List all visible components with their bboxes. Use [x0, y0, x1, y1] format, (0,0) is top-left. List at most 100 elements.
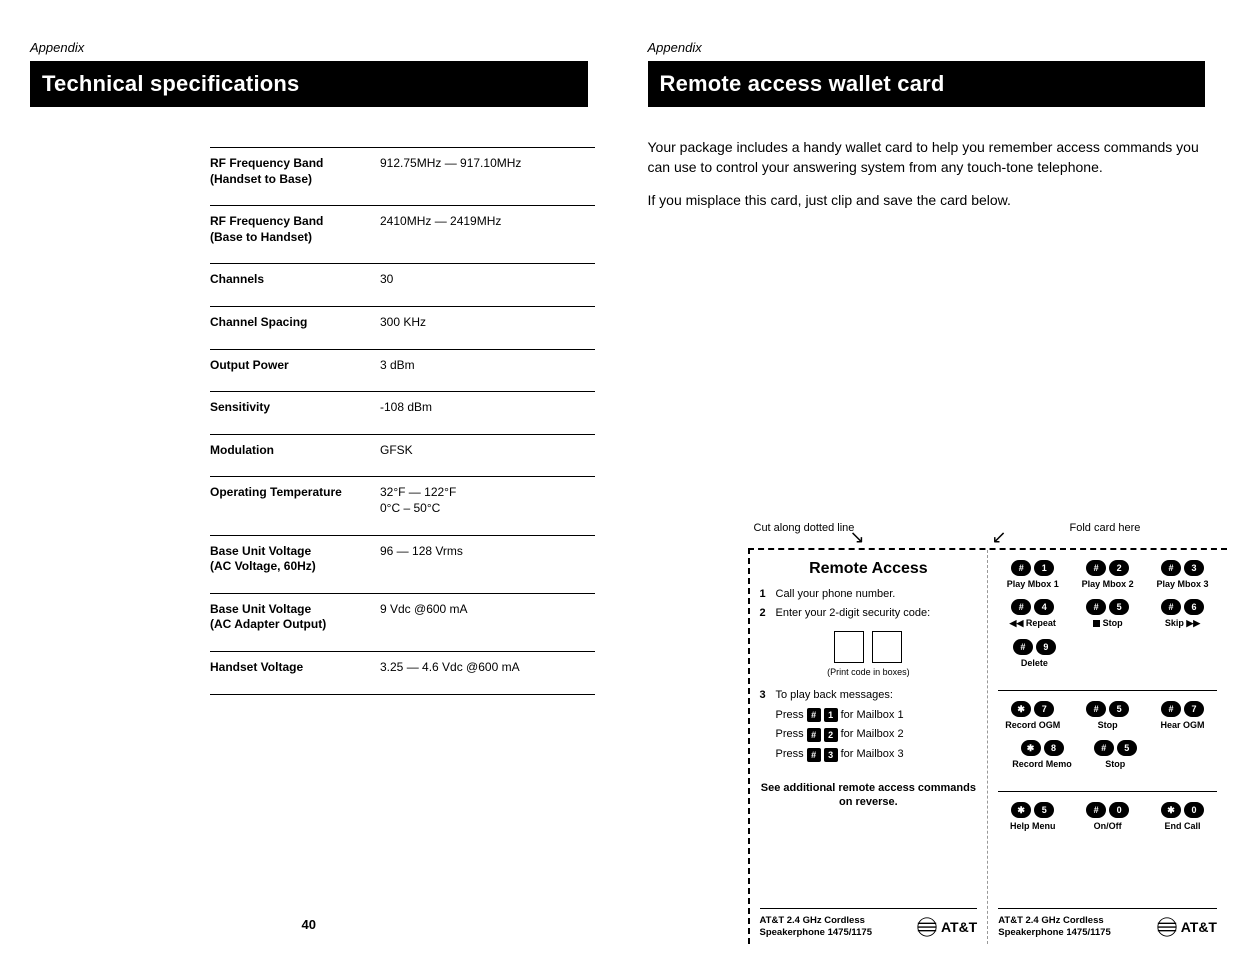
divider — [998, 791, 1217, 792]
cmd-label: Delete — [1021, 658, 1048, 668]
spec-row: Operating Temperature 32°F — 122°F 0°C –… — [210, 476, 595, 534]
cmd-row: ✱8 Record Memo #5 Stop — [998, 740, 1217, 769]
step-number: 1 — [760, 586, 776, 603]
intro-text: Your package includes a handy wallet car… — [648, 137, 1206, 210]
spec-row: Handset Voltage 3.25 — 4.6 Vdc @600 mA — [210, 651, 595, 695]
card-footer: AT&T 2.4 GHz Cordless Speakerphone 1475/… — [760, 908, 978, 938]
step-number: 2 — [760, 605, 776, 622]
key-6-icon: 6 — [1184, 599, 1204, 615]
key-star-icon: ✱ — [1021, 740, 1041, 756]
arrow-down-right-icon: ↘ — [850, 527, 865, 548]
cmd-stop: #5 Stop — [1073, 599, 1142, 629]
spec-label: Base Unit Voltage (AC Voltage, 60Hz) — [210, 544, 380, 575]
key-1-icon: 1 — [1034, 560, 1054, 576]
card-right-panel: #1 Play Mbox 1 #2 Play Mbox 2 #3 Play Mb… — [988, 550, 1227, 944]
key-hash-icon: # — [807, 728, 821, 742]
right-page: Appendix Remote access wallet card Your … — [618, 0, 1235, 954]
wallet-card-heading: Remote access wallet card — [648, 61, 1206, 107]
cmd-label: Hear OGM — [1161, 720, 1205, 730]
key-hash-icon: # — [807, 708, 821, 722]
spec-value: 9 Vdc @600 mA — [380, 602, 595, 633]
key-5-icon: 5 — [1109, 599, 1129, 615]
step-number: 3 — [760, 687, 776, 704]
spec-row: Sensitivity -108 dBm — [210, 391, 595, 434]
spec-row: RF Frequency Band (Base to Handset) 2410… — [210, 205, 595, 263]
appendix-label: Appendix — [648, 40, 1206, 55]
spec-label: Handset Voltage — [210, 660, 380, 676]
cut-label: Cut along dotted line — [754, 522, 855, 534]
spec-label: Output Power — [210, 358, 380, 374]
key-hash-icon: # — [1013, 639, 1033, 655]
reverse-note: See additional remote access commands on… — [760, 781, 978, 810]
spec-row: RF Frequency Band (Handset to Base) 912.… — [210, 147, 595, 205]
fold-label: Fold card here — [1070, 522, 1141, 534]
code-boxes — [760, 631, 978, 663]
cmd-group-system: ✱5 Help Menu #0 On/Off ✱0 End Call — [998, 802, 1217, 841]
arrow-down-left-icon: ↙ — [992, 527, 1007, 548]
key-hash-icon: # — [1094, 740, 1114, 756]
cmd-label: Stop — [1105, 759, 1125, 769]
spec-row: Channel Spacing 300 KHz — [210, 306, 595, 349]
cmd-label: ◀◀ Repeat — [1010, 618, 1056, 629]
press-mailbox-1: Press # 1 for Mailbox 1 — [776, 706, 978, 726]
cmd-record-ogm: ✱7 Record OGM — [998, 701, 1067, 730]
spec-row: Base Unit Voltage (AC Adapter Output) 9 … — [210, 593, 595, 651]
key-star-icon: ✱ — [1011, 802, 1031, 818]
key-4-icon: 4 — [1034, 599, 1054, 615]
wallet-card: Remote Access 1 Call your phone number. … — [748, 548, 1228, 944]
cmd-row: #9 Delete — [998, 639, 1217, 668]
cmd-on-off: #0 On/Off — [1073, 802, 1142, 831]
cmd-row: #1 Play Mbox 1 #2 Play Mbox 2 #3 Play Mb… — [998, 560, 1217, 589]
cmd-hear-ogm: #7 Hear OGM — [1148, 701, 1217, 730]
technical-specs-heading: Technical specifications — [30, 61, 588, 107]
cmd-label: Stop — [1098, 720, 1118, 730]
key-5-icon: 5 — [1034, 802, 1054, 818]
step-text: To play back messages: — [776, 687, 893, 704]
spec-label: Base Unit Voltage (AC Adapter Output) — [210, 602, 380, 633]
footer-product-text: AT&T 2.4 GHz Cordless Speakerphone 1475/… — [760, 915, 873, 938]
spec-label: RF Frequency Band (Handset to Base) — [210, 156, 380, 187]
spec-label: Modulation — [210, 443, 380, 459]
spec-label: Channel Spacing — [210, 315, 380, 331]
spec-value: 30 — [380, 272, 595, 288]
att-globe-icon — [1156, 916, 1178, 938]
card-footer: AT&T 2.4 GHz Cordless Speakerphone 1475/… — [998, 908, 1217, 938]
key-hash-icon: # — [1011, 560, 1031, 576]
att-logo: AT&T — [1156, 916, 1217, 938]
key-9-icon: 9 — [1036, 639, 1056, 655]
key-hash-icon: # — [1086, 701, 1106, 717]
cmd-help-menu: ✱5 Help Menu — [998, 802, 1067, 831]
cmd-delete: #9 Delete — [998, 639, 1070, 668]
att-globe-icon — [916, 916, 938, 938]
cmd-play-mbox1: #1 Play Mbox 1 — [998, 560, 1067, 589]
cmd-row: ✱5 Help Menu #0 On/Off ✱0 End Call — [998, 802, 1217, 831]
step-3: 3 To play back messages: — [760, 687, 978, 704]
cmd-label: Play Mbox 1 — [1007, 579, 1059, 589]
att-brand-text: AT&T — [1181, 919, 1217, 935]
page-number: 40 — [302, 917, 316, 932]
key-3-icon: 3 — [1184, 560, 1204, 576]
step-2: 2 Enter your 2-digit security code: — [760, 605, 978, 622]
spec-value: 2410MHz — 2419MHz — [380, 214, 595, 245]
key-0-icon: 0 — [1184, 802, 1204, 818]
spec-table: RF Frequency Band (Handset to Base) 912.… — [210, 147, 595, 695]
card-left-panel: Remote Access 1 Call your phone number. … — [750, 550, 989, 944]
att-brand-text: AT&T — [941, 919, 977, 935]
cmd-row: #4 ◀◀ Repeat #5 Stop #6 Skip ▶▶ — [998, 599, 1217, 629]
press-mailbox-3: Press # 3 for Mailbox 3 — [776, 745, 978, 765]
key-1-icon: 1 — [824, 708, 838, 722]
left-page: Appendix Technical specifications RF Fre… — [0, 0, 618, 954]
key-hash-icon: # — [1086, 599, 1106, 615]
key-hash-icon: # — [807, 748, 821, 762]
spec-label: RF Frequency Band (Base to Handset) — [210, 214, 380, 245]
cmd-label: On/Off — [1094, 821, 1122, 831]
key-hash-icon: # — [1161, 599, 1181, 615]
spec-label: Sensitivity — [210, 400, 380, 416]
spec-value: -108 dBm — [380, 400, 595, 416]
code-box — [872, 631, 902, 663]
cmd-label: Skip ▶▶ — [1165, 618, 1200, 629]
press-mailbox-2: Press # 2 for Mailbox 2 — [776, 725, 978, 745]
cmd-label: Play Mbox 3 — [1157, 579, 1209, 589]
cmd-skip: #6 Skip ▶▶ — [1148, 599, 1217, 629]
spec-value: 96 — 128 Vrms — [380, 544, 595, 575]
